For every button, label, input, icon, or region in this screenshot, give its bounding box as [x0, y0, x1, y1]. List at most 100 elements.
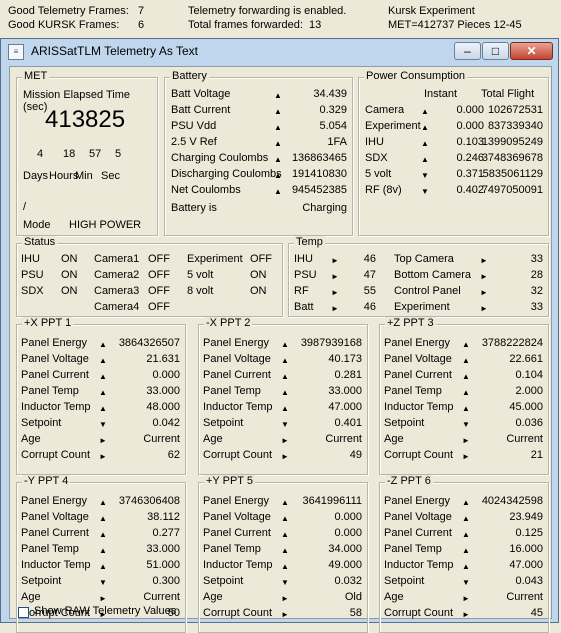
power-legend: Power Consumption	[364, 70, 468, 82]
ppt-value: 58	[349, 607, 362, 619]
ppt-label: Panel Current	[384, 527, 452, 539]
status-value: ON	[61, 253, 78, 265]
ppt-value: 0.125	[515, 527, 543, 539]
show-raw-checkbox[interactable]	[18, 607, 29, 618]
maximize-button[interactable]: □	[482, 42, 509, 60]
ppt-value: Old	[344, 591, 362, 603]
ppt-title: +Z PPT 3	[385, 317, 436, 329]
power-row-total: 1399095249	[481, 136, 543, 148]
battery-row-value: 0.329	[319, 104, 347, 116]
met-pieces: MET=412737 Pieces 12-45	[388, 19, 522, 31]
up-arrow-icon: ▲	[99, 546, 107, 555]
status-value: ON	[250, 285, 267, 297]
ppt-label: Age	[21, 433, 41, 445]
ppt-label: Panel Current	[21, 369, 89, 381]
right-arrow-icon: ►	[331, 288, 339, 297]
app-icon: ≡	[8, 44, 24, 60]
up-arrow-icon: ▲	[462, 340, 470, 349]
ppt-value: 21.631	[146, 353, 180, 365]
met-part-value: 4	[37, 148, 44, 160]
status-value: ON	[61, 269, 78, 281]
power-row-label: RF (8v)	[365, 184, 402, 196]
battery-row-value: 1FA	[327, 136, 347, 148]
up-arrow-icon: ▲	[421, 107, 429, 116]
power-row-total: 102672531	[487, 104, 543, 116]
ppt-title: +X PPT 1	[22, 317, 74, 329]
ppt-value: 49.000	[328, 559, 362, 571]
up-arrow-icon: ▲	[99, 404, 107, 413]
ppt-label: Age	[384, 433, 404, 445]
down-arrow-icon: ▼	[462, 420, 470, 429]
up-arrow-icon: ▲	[281, 340, 289, 349]
up-arrow-icon: ▲	[274, 171, 282, 180]
ppt-label: Panel Energy	[21, 495, 88, 507]
power-row-instant: 0.000	[456, 104, 484, 116]
up-arrow-icon: ▲	[462, 404, 470, 413]
ppt-value: 0.277	[152, 527, 180, 539]
up-arrow-icon: ▲	[99, 372, 107, 381]
ppt-value: 0.000	[334, 527, 362, 539]
ppt-group: +Y PPT 5 Panel Energy ▲ 3641996111 Panel Vol…	[198, 475, 368, 633]
up-arrow-icon: ▲	[421, 123, 429, 132]
ppt-label: Panel Energy	[384, 337, 451, 349]
temp-value: 33	[530, 253, 543, 265]
ppt-label: Inductor Temp	[384, 559, 454, 571]
client-area: MET Mission Elapsed Time (sec) 413825 4D…	[9, 66, 552, 633]
met-legend: MET	[22, 70, 50, 82]
show-raw-label[interactable]: Show RAW Telemetry Values	[34, 605, 176, 617]
ppt-value: Current	[325, 433, 362, 445]
up-arrow-icon: ▲	[274, 139, 282, 148]
ppt-label: Panel Current	[203, 369, 271, 381]
power-row-label: Camera	[365, 104, 405, 116]
title-bar[interactable]: ≡ ARISSatTLM Telemetry As Text – □ ✕	[1, 39, 558, 65]
up-arrow-icon: ▲	[281, 498, 289, 507]
up-arrow-icon: ▲	[274, 155, 282, 164]
good-telemetry-label: Good Telemetry Frames:	[8, 5, 129, 17]
power-row-total: 837339340	[487, 120, 543, 132]
power-row-label: Experiment	[365, 120, 421, 132]
close-button[interactable]: ✕	[510, 42, 553, 60]
minimize-button[interactable]: –	[454, 42, 481, 60]
mode-label: Mode	[23, 219, 51, 231]
right-arrow-icon: ►	[281, 436, 289, 445]
power-col-instant: Instant	[424, 88, 458, 100]
up-arrow-icon: ▲	[274, 123, 282, 132]
down-arrow-icon: ▼	[99, 578, 107, 587]
ppt-value: 51.000	[146, 559, 180, 571]
down-arrow-icon: ▼	[281, 578, 289, 587]
down-arrow-icon: ▼	[421, 187, 429, 196]
ppt-label: Panel Temp	[21, 543, 79, 555]
ppt-value: 0.000	[334, 511, 362, 523]
met-part-label: Hours	[49, 170, 79, 182]
status-legend: Status	[22, 236, 58, 248]
ppt-label: Panel Temp	[203, 543, 261, 555]
ppt-label: Panel Voltage	[21, 511, 89, 523]
right-arrow-icon: ►	[462, 436, 470, 445]
up-arrow-icon: ▲	[281, 530, 289, 539]
ppt-label: Panel Voltage	[203, 353, 271, 365]
ppt-value: 3641996111	[302, 495, 362, 507]
power-group: Power Consumption Instant Total Flight C…	[358, 70, 549, 236]
ppt-label: Age	[21, 591, 41, 603]
total-forwarded-label: Total frames forwarded:	[188, 19, 303, 31]
ppt-value: Current	[506, 433, 543, 445]
experiment-name: Kursk Experiment	[388, 5, 475, 17]
status-group: Status IHU ON PSU ON SDX ON Camera1 OFF Camera2 O…	[16, 236, 283, 317]
ppt-value: 38.112	[147, 511, 180, 523]
status-label: Camera1	[94, 253, 140, 265]
ppt-label: Inductor Temp	[21, 559, 91, 571]
ppt-group: +Z PPT 3 Panel Energy ▲ 3788222824 Panel Vol…	[379, 317, 549, 475]
battery-row-value: 945452385	[291, 184, 347, 196]
power-row-total: 3748369678	[481, 152, 543, 164]
ppt-value: 3987939168	[300, 337, 362, 349]
total-forwarded-value: 13	[309, 19, 322, 31]
ppt-group: -X PPT 2 Panel Energy ▲ 3987939168 Panel Vol…	[198, 317, 368, 475]
power-row-instant: 0.371	[456, 168, 484, 180]
up-arrow-icon: ▲	[421, 155, 429, 164]
ppt-value: 21	[530, 449, 543, 461]
battery-row-value: 136863465	[291, 152, 347, 164]
status-value: ON	[61, 285, 78, 297]
right-arrow-icon: ►	[281, 594, 289, 603]
down-arrow-icon: ▼	[462, 578, 470, 587]
ppt-label: Inductor Temp	[21, 401, 91, 413]
